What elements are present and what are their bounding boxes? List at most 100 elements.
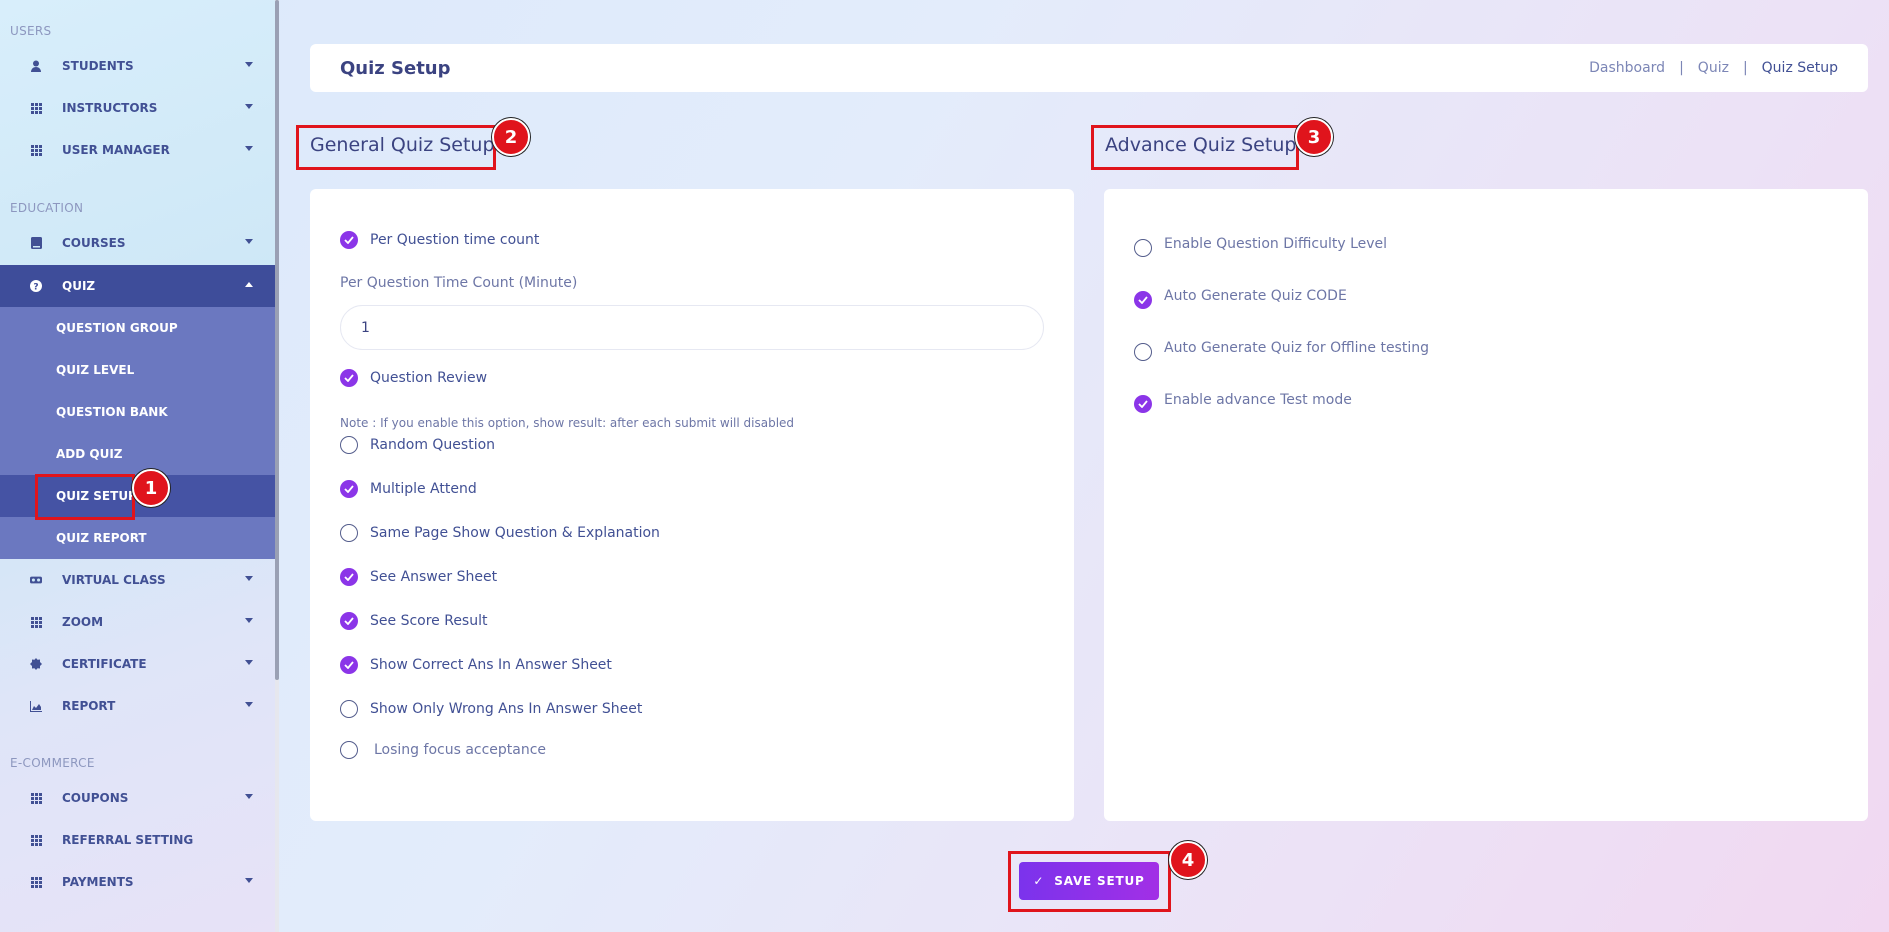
option-see-score-result[interactable]: See Score Result	[340, 612, 487, 630]
sidebar-item-label: COURSES	[62, 236, 126, 250]
svg-text:?: ?	[33, 283, 38, 293]
sidebar-item-instructors[interactable]: INSTRUCTORS	[0, 87, 275, 129]
sidebar-item-zoom[interactable]: ZOOM	[0, 601, 275, 643]
option-offline-testing[interactable]: Auto Generate Quiz for Offline testing	[1134, 335, 1429, 361]
sidebar-item-user-manager[interactable]: USER MANAGER	[0, 129, 275, 171]
option-label: Auto Generate Quiz for Offline testing	[1164, 340, 1429, 356]
grid-icon	[30, 616, 42, 628]
chart-area-icon	[30, 700, 42, 712]
option-label: Losing focus acceptance	[374, 742, 547, 758]
option-test-mode[interactable]: Enable advance Test mode	[1134, 387, 1352, 413]
time-count-input[interactable]: 1	[340, 305, 1044, 350]
option-auto-code[interactable]: Auto Generate Quiz CODE	[1134, 283, 1347, 309]
save-setup-button[interactable]: ✓ SAVE SETUP	[1019, 862, 1159, 900]
time-count-label: Per Question Time Count (Minute)	[340, 275, 578, 291]
user-icon	[30, 60, 42, 72]
option-label: Multiple Attend	[370, 481, 477, 497]
option-random-question[interactable]: Random Question	[340, 436, 495, 454]
chevron-down-icon	[245, 618, 253, 623]
checkbox-unchecked-icon[interactable]	[340, 700, 358, 718]
chevron-down-icon	[245, 146, 253, 151]
checkbox-checked-icon[interactable]	[1134, 395, 1152, 413]
breadcrumb: Dashboard | Quiz | Quiz Setup	[1589, 60, 1838, 76]
chevron-down-icon	[245, 794, 253, 799]
sidebar-subitem-quiz-report[interactable]: QUIZ REPORT	[0, 517, 275, 559]
grid-icon	[30, 144, 42, 156]
checkbox-checked-icon[interactable]	[340, 231, 358, 249]
sidebar-subitem-quiz-level[interactable]: QUIZ LEVEL	[0, 349, 275, 391]
check-icon: ✓	[1033, 874, 1045, 888]
section-title-education: EDUCATION	[10, 201, 84, 215]
page-title: Quiz Setup	[340, 57, 451, 79]
option-difficulty-level[interactable]: Enable Question Difficulty Level	[1134, 231, 1387, 257]
chevron-up-icon	[245, 282, 253, 287]
sidebar-item-coupons[interactable]: COUPONS	[0, 777, 275, 819]
section-title-users: USERS	[10, 24, 52, 38]
sidebar-item-label: COUPONS	[62, 791, 129, 805]
sidebar-item-referral-setting[interactable]: REFERRAL SETTING	[0, 819, 275, 861]
checkbox-checked-icon[interactable]	[340, 480, 358, 498]
breadcrumb-dashboard[interactable]: Dashboard	[1589, 60, 1665, 76]
sidebar-item-students[interactable]: STUDENTS	[0, 45, 275, 87]
sidebar-scrollbar[interactable]	[275, 0, 279, 932]
chevron-down-icon	[245, 878, 253, 883]
option-same-page[interactable]: Same Page Show Question & Explanation	[340, 524, 660, 542]
annotation-badge-4: 4	[1169, 841, 1207, 879]
sidebar-item-label: STUDENTS	[62, 59, 134, 73]
option-label: Enable Question Difficulty Level	[1164, 236, 1388, 252]
quiz-submenu: QUESTION GROUP QUIZ LEVEL QUESTION BANK …	[0, 307, 275, 559]
breadcrumb-quiz[interactable]: Quiz	[1698, 60, 1729, 76]
sidebar-item-virtual-class[interactable]: VIRTUAL CLASS	[0, 559, 275, 601]
sidebar-item-payments[interactable]: PAYMENTS	[0, 861, 275, 903]
option-losing-focus[interactable]: Losing focus acceptance	[340, 741, 546, 759]
sidebar-item-certificate[interactable]: CERTIFICATE	[0, 643, 275, 685]
annotation-badge-1: 1	[132, 469, 170, 507]
chevron-down-icon	[245, 62, 253, 67]
vr-headset-icon	[30, 574, 42, 586]
checkbox-unchecked-icon[interactable]	[340, 436, 358, 454]
sidebar: USERS STUDENTS INSTRUCTORS USER MANAGER …	[0, 0, 275, 932]
highlight-box-quiz-setup	[35, 474, 135, 520]
checkbox-checked-icon[interactable]	[1134, 291, 1152, 309]
checkbox-unchecked-icon[interactable]	[340, 741, 358, 759]
option-see-answer-sheet[interactable]: See Answer Sheet	[340, 568, 497, 586]
grid-icon	[30, 102, 42, 114]
sidebar-item-label: QUIZ	[62, 279, 96, 293]
grid-icon	[30, 876, 42, 888]
breadcrumb-separator: |	[1742, 60, 1748, 76]
time-count-value: 1	[361, 319, 370, 336]
page-header: Quiz Setup Dashboard | Quiz | Quiz Setup	[310, 44, 1868, 92]
certificate-icon	[30, 658, 42, 670]
option-label: Per Question time count	[370, 232, 540, 248]
option-question-review[interactable]: Question Review	[340, 369, 487, 387]
checkbox-unchecked-icon[interactable]	[1134, 343, 1152, 361]
sidebar-item-label: INSTRUCTORS	[62, 101, 158, 115]
checkbox-unchecked-icon[interactable]	[1134, 239, 1152, 257]
question-review-note: Note : If you enable this option, show r…	[340, 416, 795, 430]
sidebar-subitem-add-quiz[interactable]: ADD QUIZ	[0, 433, 275, 475]
option-label: Enable advance Test mode	[1164, 392, 1352, 408]
option-per-question-time[interactable]: Per Question time count	[340, 231, 539, 249]
option-show-wrong[interactable]: Show Only Wrong Ans In Answer Sheet	[340, 700, 642, 718]
sidebar-item-report[interactable]: REPORT	[0, 685, 275, 727]
option-label: Same Page Show Question & Explanation	[370, 525, 660, 541]
sidebar-item-quiz[interactable]: ? QUIZ	[0, 265, 275, 307]
option-label: Random Question	[370, 437, 496, 453]
checkbox-checked-icon[interactable]	[340, 656, 358, 674]
checkbox-unchecked-icon[interactable]	[340, 524, 358, 542]
option-show-correct[interactable]: Show Correct Ans In Answer Sheet	[340, 656, 612, 674]
checkbox-checked-icon[interactable]	[340, 369, 358, 387]
book-icon	[30, 237, 42, 249]
sidebar-subitem-question-group[interactable]: QUESTION GROUP	[0, 307, 275, 349]
sidebar-subitem-question-bank[interactable]: QUESTION BANK	[0, 391, 275, 433]
grid-icon	[30, 792, 42, 804]
sidebar-item-label: USER MANAGER	[62, 143, 170, 157]
checkbox-checked-icon[interactable]	[340, 568, 358, 586]
scrollbar-thumb[interactable]	[275, 0, 279, 680]
sidebar-item-courses[interactable]: COURSES	[0, 222, 275, 264]
checkbox-checked-icon[interactable]	[340, 612, 358, 630]
option-multiple-attend[interactable]: Multiple Attend	[340, 480, 477, 498]
sidebar-item-label: VIRTUAL CLASS	[62, 573, 166, 587]
annotation-badge-3: 3	[1295, 118, 1333, 156]
option-label: Auto Generate Quiz CODE	[1164, 288, 1347, 304]
